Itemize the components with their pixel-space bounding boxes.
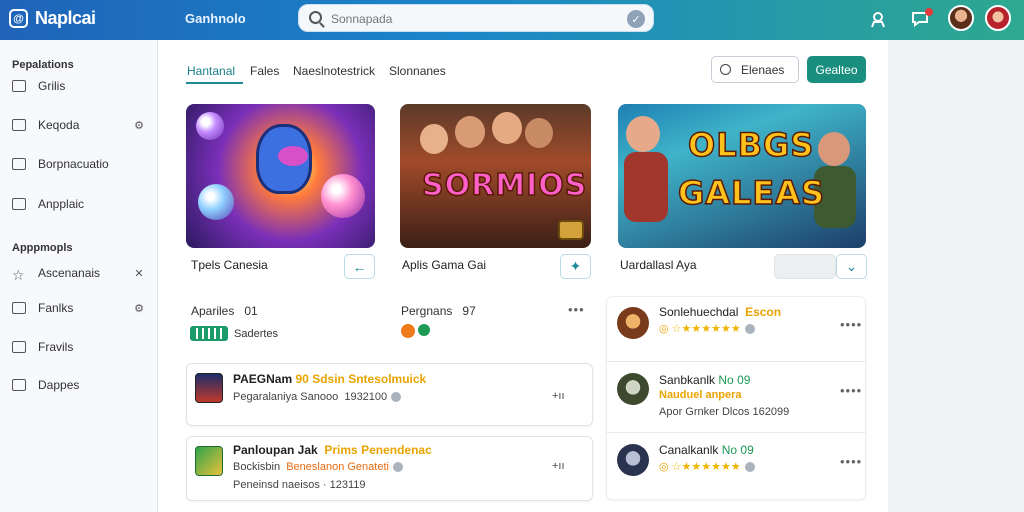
sidebar-item-label: Grilis bbox=[38, 79, 66, 93]
folder-icon bbox=[12, 80, 26, 92]
sidebar-item-borpnacuatio[interactable]: Borpnacuatio bbox=[12, 153, 146, 175]
list-item-detail: Peneinsd naeisos · 123119 bbox=[233, 479, 366, 491]
chevron-down-icon[interactable]: ⌄ bbox=[836, 254, 867, 279]
document-icon bbox=[12, 302, 26, 314]
divider bbox=[606, 361, 866, 362]
tab-slonnanes[interactable]: Slonnanes bbox=[389, 64, 446, 78]
avatar bbox=[617, 444, 649, 476]
settings-icon[interactable]: ⚙ bbox=[132, 119, 146, 132]
search-input[interactable] bbox=[331, 10, 611, 28]
more-options-icon[interactable]: •••• bbox=[840, 383, 862, 398]
list-item-title: PAEGNam 90 Sdsin Sntesolmuick bbox=[233, 372, 427, 386]
sidebar-item-label: Borpnacuatio bbox=[38, 157, 109, 171]
game-art-title: SORMIOS bbox=[421, 167, 588, 204]
sidebar-item-ascenanais[interactable]: ☆ Ascenanais ✕ bbox=[12, 262, 146, 284]
app-icon bbox=[195, 446, 223, 476]
menu-icon bbox=[12, 379, 26, 391]
filter-button-label: Elenaes bbox=[741, 62, 785, 77]
check-box-icon bbox=[12, 158, 26, 170]
sidebar-section-title: Apppmopls bbox=[12, 242, 73, 254]
divider bbox=[606, 432, 866, 433]
progress-badge-icon bbox=[190, 326, 228, 341]
top-nav-link[interactable]: Ganhnolo bbox=[185, 11, 246, 26]
game-thumbnail[interactable]: SORMIOS bbox=[400, 104, 591, 248]
search-icon bbox=[309, 11, 322, 24]
game-art-title: OLBGS bbox=[687, 125, 815, 165]
info-icon bbox=[392, 462, 403, 473]
tab-fales[interactable]: Fales bbox=[250, 64, 279, 78]
list-item-subtitle: Pegaralaniya Sanooo 1932100 bbox=[233, 391, 402, 403]
filter-button[interactable]: Elenaes bbox=[711, 56, 799, 83]
stat-label: Apariles 01 bbox=[191, 304, 258, 318]
search-submit-icon[interactable]: ✓ bbox=[627, 10, 645, 28]
sidebar-item-label: Fanlks bbox=[38, 301, 74, 315]
sidebar-item-grilis[interactable]: Grilis bbox=[12, 75, 146, 97]
game-thumbnail[interactable]: OLBGS GALEAS bbox=[618, 104, 866, 248]
search-icon bbox=[720, 64, 731, 75]
tab-naeslnotestrick[interactable]: Naeslnotestrick bbox=[293, 64, 375, 78]
app-name[interactable]: Naplcai bbox=[35, 8, 96, 29]
game-title[interactable]: Aplis Gama Gai bbox=[402, 258, 486, 272]
dropdown-field[interactable] bbox=[774, 254, 836, 279]
search-bar: ✓ bbox=[298, 4, 654, 32]
list-item-tag: Nauduel anpera bbox=[659, 389, 742, 401]
list-icon bbox=[12, 119, 26, 131]
list-item-action[interactable]: +ıı bbox=[552, 390, 565, 402]
more-options-icon[interactable]: ••• bbox=[568, 302, 585, 317]
info-icon bbox=[391, 392, 402, 403]
list-item-subtitle: Bockisbin Beneslanon Genateti bbox=[233, 461, 403, 473]
profile-avatar[interactable] bbox=[985, 5, 1011, 31]
more-options-icon[interactable]: •••• bbox=[840, 317, 862, 332]
notification-badge bbox=[925, 8, 933, 16]
rating-stars: ◎ ☆★★★★★★ bbox=[659, 322, 755, 335]
sidebar-item-label: Keqoda bbox=[38, 118, 80, 132]
sidebar-item-keqoda[interactable]: Keqoda ⚙ bbox=[12, 114, 146, 136]
sidebar-item-fanlks[interactable]: Fanlks ⚙ bbox=[12, 297, 146, 319]
tab-hantanal[interactable]: Hantanal bbox=[187, 64, 235, 78]
arrow-left-icon[interactable]: ← bbox=[344, 254, 375, 279]
game-art-title: GALEAS bbox=[677, 173, 826, 213]
image-icon bbox=[12, 198, 26, 210]
primary-action-button[interactable]: Gealteo bbox=[807, 56, 866, 83]
settings-icon[interactable]: ⚙ bbox=[132, 302, 146, 315]
stat-label: Pergnans 97 bbox=[401, 304, 476, 318]
badge-label: Sadertes bbox=[234, 328, 279, 340]
face-icon bbox=[401, 324, 415, 338]
list-item-title: Sanbkanlk No 09 bbox=[659, 373, 751, 387]
avatar bbox=[617, 373, 649, 405]
rating-stars: ◎ ☆★★★★★★ bbox=[659, 460, 755, 473]
list-item-action[interactable]: +ıı bbox=[552, 460, 565, 472]
game-title[interactable]: Uardallasl Aya bbox=[620, 258, 697, 272]
sidebar-item-label: Ascenanais bbox=[38, 266, 101, 280]
app-icon bbox=[195, 373, 223, 403]
user-icon[interactable] bbox=[868, 9, 888, 29]
game-thumbnail[interactable] bbox=[186, 104, 375, 248]
right-gutter bbox=[888, 40, 1024, 512]
sparkle-icon[interactable]: ✦ bbox=[560, 254, 591, 279]
avatar[interactable] bbox=[948, 5, 974, 31]
sidebar-item-fravils[interactable]: Fravils bbox=[12, 336, 146, 358]
list-item-title: Sonlehuechdal Escon bbox=[659, 305, 782, 319]
list-item-subtitle: Apor Grnker Dlcos 162099 bbox=[659, 406, 790, 418]
close-icon[interactable]: ✕ bbox=[132, 267, 146, 280]
app-logo-icon[interactable]: @ bbox=[9, 9, 28, 28]
list-item-title: Canalkanlk No 09 bbox=[659, 443, 754, 457]
sidebar-item-label: Dappes bbox=[38, 378, 80, 392]
sidebar-section-title: Pepalations bbox=[12, 59, 74, 71]
more-options-icon[interactable]: •••• bbox=[840, 454, 862, 469]
sidebar-item-dappes[interactable]: Dappes bbox=[12, 374, 146, 396]
game-title[interactable]: Tpels Canesia bbox=[191, 258, 268, 272]
list-icon bbox=[12, 341, 26, 353]
sidebar-item-label: Fravils bbox=[38, 340, 74, 354]
sidebar-item-label: Anpplaic bbox=[38, 197, 85, 211]
active-tab-indicator bbox=[186, 82, 243, 84]
status-icon bbox=[418, 324, 430, 336]
list-item-title: Panloupan Jak Prims Penendenac bbox=[233, 443, 432, 457]
star-icon: ☆ bbox=[12, 267, 25, 283]
sidebar-item-anpplaic[interactable]: Anpplaic bbox=[12, 193, 146, 215]
avatar bbox=[617, 307, 649, 339]
